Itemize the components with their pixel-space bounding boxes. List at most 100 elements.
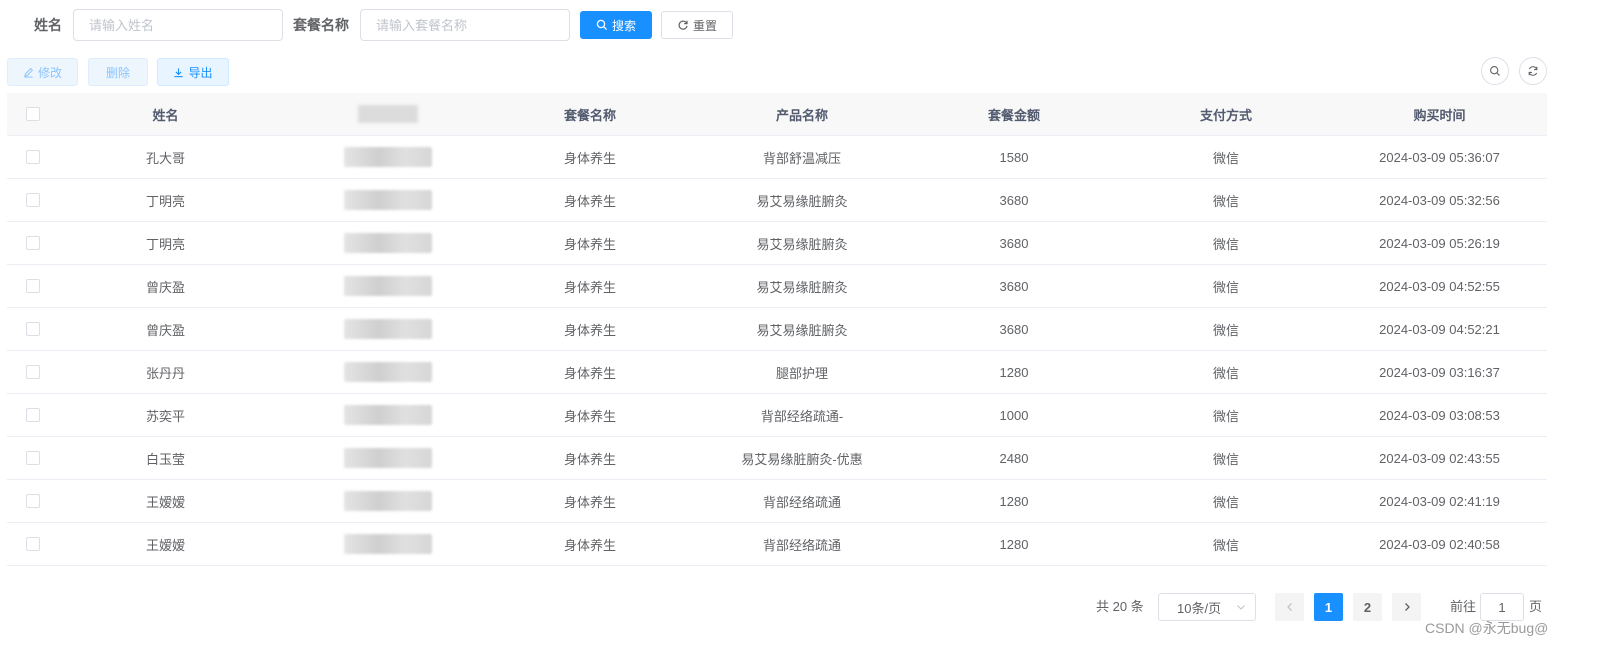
cell-amount: 1280 bbox=[999, 536, 1029, 552]
cell-time: 2024-03-09 05:32:56 bbox=[1379, 192, 1500, 208]
row-checkbox[interactable] bbox=[26, 193, 40, 207]
row-select-cell bbox=[7, 308, 59, 350]
cell-amount: 1280 bbox=[999, 493, 1029, 509]
cell-product: 腿部护理 bbox=[775, 365, 828, 381]
cell-name: 丁明亮 bbox=[145, 236, 185, 252]
pagination-total: 共 20 条 bbox=[1096, 599, 1144, 614]
row-checkbox[interactable] bbox=[26, 150, 40, 164]
row-checkbox[interactable] bbox=[26, 322, 40, 336]
cell-time: 2024-03-09 05:36:07 bbox=[1379, 149, 1500, 165]
cell-amount: 1000 bbox=[999, 407, 1029, 423]
refresh-button[interactable] bbox=[1519, 57, 1547, 85]
package-name-label: 套餐名称 bbox=[293, 17, 349, 33]
cell-name: 王嫒嫒 bbox=[145, 494, 185, 510]
table-row[interactable]: 王嫒嫒 身体养生 背部经络疏通 1280 微信 2024-03-09 02:41:19 bbox=[7, 480, 1547, 523]
table-row[interactable]: 苏奕平 身体养生 背部经络疏通- 1000 微信 2024-03-09 03:08:53 bbox=[7, 394, 1547, 437]
cell-time: 2024-03-09 04:52:55 bbox=[1379, 278, 1500, 294]
search-button-label: 搜索 bbox=[611, 18, 636, 33]
reset-button[interactable]: 重置 bbox=[661, 11, 733, 39]
row-checkbox[interactable] bbox=[26, 236, 40, 250]
row-checkbox[interactable] bbox=[26, 279, 40, 293]
goto-page-input[interactable] bbox=[1480, 593, 1524, 621]
table-row[interactable]: 丁明亮 身体养生 易艾易缘脏腑灸 3680 微信 2024-03-09 05:26:19 bbox=[7, 222, 1547, 265]
header-product: 产品名称 bbox=[775, 107, 828, 123]
cell-payment: 微信 bbox=[1212, 279, 1239, 295]
row-select-cell bbox=[7, 222, 59, 264]
cell-amount: 1280 bbox=[999, 364, 1029, 380]
search-icon bbox=[596, 19, 608, 31]
header-amount: 套餐金额 bbox=[987, 107, 1040, 123]
blurred-phone bbox=[344, 147, 432, 167]
table-row[interactable]: 张丹丹 身体养生 腿部护理 1280 微信 2024-03-09 03:16:37 bbox=[7, 351, 1547, 394]
cell-amount: 3680 bbox=[999, 235, 1029, 251]
refresh-icon bbox=[678, 20, 688, 30]
cell-phone bbox=[272, 394, 484, 436]
cell-product: 背部经络疏通- bbox=[760, 408, 844, 424]
download-icon bbox=[174, 67, 184, 77]
cell-payment: 微信 bbox=[1212, 537, 1239, 553]
cell-time: 2024-03-09 02:41:19 bbox=[1379, 493, 1500, 509]
row-checkbox[interactable] bbox=[26, 537, 40, 551]
cell-time: 2024-03-09 02:43:55 bbox=[1379, 450, 1500, 466]
cell-payment: 微信 bbox=[1212, 193, 1239, 209]
table-header: 姓名 套餐名称 产品名称 套餐金额 支付方式 购买时间 bbox=[7, 93, 1547, 136]
table-row[interactable]: 丁明亮 身体养生 易艾易缘脏腑灸 3680 微信 2024-03-09 05:32:56 bbox=[7, 179, 1547, 222]
table-row[interactable]: 白玉莹 身体养生 易艾易缘脏腑灸-优惠 2480 微信 2024-03-09 02:43:… bbox=[7, 437, 1547, 480]
page-1-button[interactable]: 1 bbox=[1314, 593, 1343, 621]
cell-package: 身体养生 bbox=[563, 322, 616, 338]
cell-amount: 3680 bbox=[999, 192, 1029, 208]
chevron-left-icon bbox=[1286, 603, 1292, 611]
cell-amount: 1580 bbox=[999, 149, 1029, 165]
row-checkbox[interactable] bbox=[26, 365, 40, 379]
prev-page-button[interactable] bbox=[1275, 593, 1304, 621]
header-time: 购买时间 bbox=[1413, 107, 1466, 123]
cell-phone bbox=[272, 523, 484, 565]
row-checkbox[interactable] bbox=[26, 408, 40, 422]
refresh-icon bbox=[1528, 66, 1538, 76]
header-select-all bbox=[7, 93, 59, 135]
orders-table: 姓名 套餐名称 产品名称 套餐金额 支付方式 购买时间 孔大哥 身体养生 背部舒温减… bbox=[7, 93, 1547, 566]
table-row[interactable]: 曾庆盈 身体养生 易艾易缘脏腑灸 3680 微信 2024-03-09 04:52:55 bbox=[7, 265, 1547, 308]
cell-name: 张丹丹 bbox=[145, 365, 185, 381]
cell-name: 曾庆盈 bbox=[145, 322, 185, 338]
page-suffix-label: 页 bbox=[1529, 599, 1543, 614]
cell-phone bbox=[272, 136, 484, 178]
cell-time: 2024-03-09 03:08:53 bbox=[1379, 407, 1500, 423]
goto-label: 前往 bbox=[1450, 599, 1477, 614]
page-size-select[interactable]: 10条/页 bbox=[1158, 593, 1256, 621]
blurred-phone bbox=[344, 534, 432, 554]
delete-button[interactable]: 删除 bbox=[88, 58, 148, 86]
header-name: 姓名 bbox=[152, 107, 179, 123]
blurred-header bbox=[358, 105, 418, 123]
cell-package: 身体养生 bbox=[563, 236, 616, 252]
watermark: CSDN @永无bug@ bbox=[1425, 620, 1549, 636]
cell-amount: 3680 bbox=[999, 278, 1029, 294]
page-2-button[interactable]: 2 bbox=[1353, 593, 1382, 621]
table-row[interactable]: 孔大哥 身体养生 背部舒温减压 1580 微信 2024-03-09 05:36:07 bbox=[7, 136, 1547, 179]
blurred-phone bbox=[344, 190, 432, 210]
cell-product: 背部经络疏通 bbox=[762, 494, 841, 510]
toggle-search-button[interactable] bbox=[1481, 57, 1509, 85]
chevron-down-icon bbox=[1237, 605, 1245, 610]
cell-package: 身体养生 bbox=[563, 537, 616, 553]
row-checkbox[interactable] bbox=[26, 494, 40, 508]
cell-product: 易艾易缘脏腑灸 bbox=[756, 236, 848, 252]
delete-button-label: 删除 bbox=[105, 65, 130, 80]
export-button-label: 导出 bbox=[188, 65, 213, 80]
cell-time: 2024-03-09 04:52:21 bbox=[1379, 321, 1500, 337]
cell-product: 易艾易缘脏腑灸 bbox=[756, 322, 848, 338]
cell-name: 丁明亮 bbox=[145, 193, 185, 209]
table-body: 孔大哥 身体养生 背部舒温减压 1580 微信 2024-03-09 05:36:07 丁明… bbox=[7, 136, 1547, 566]
cell-time: 2024-03-09 03:16:37 bbox=[1379, 364, 1500, 380]
select-all-checkbox[interactable] bbox=[26, 107, 40, 121]
name-input[interactable] bbox=[73, 9, 283, 41]
row-checkbox[interactable] bbox=[26, 451, 40, 465]
table-row[interactable]: 王嫒嫒 身体养生 背部经络疏通 1280 微信 2024-03-09 02:40:58 bbox=[7, 523, 1547, 566]
search-button[interactable]: 搜索 bbox=[580, 11, 652, 39]
next-page-button[interactable] bbox=[1392, 593, 1421, 621]
package-name-input[interactable] bbox=[360, 9, 570, 41]
table-row[interactable]: 曾庆盈 身体养生 易艾易缘脏腑灸 3680 微信 2024-03-09 04:52:21 bbox=[7, 308, 1547, 351]
export-button[interactable]: 导出 bbox=[157, 58, 229, 86]
cell-product: 背部舒温减压 bbox=[762, 150, 841, 166]
edit-button[interactable]: 修改 bbox=[7, 58, 78, 86]
